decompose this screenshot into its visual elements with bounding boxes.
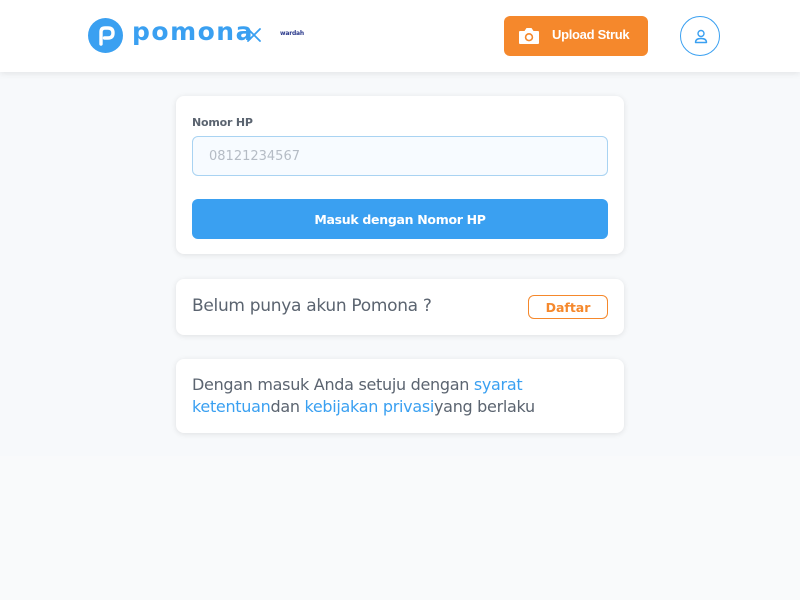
register-prompt: Belum punya akun Pomona ?: [192, 296, 432, 316]
phone-label: Nomor HP: [192, 116, 253, 129]
phone-input[interactable]: [192, 136, 608, 176]
register-card: Belum punya akun Pomona ? Daftar: [176, 279, 624, 335]
upload-struk-button[interactable]: Upload Struk: [504, 16, 648, 56]
user-icon: [694, 29, 708, 44]
times-icon: [247, 28, 261, 42]
partner-name: wardah: [280, 30, 304, 37]
daftar-button[interactable]: Daftar: [528, 295, 608, 319]
brand-name[interactable]: pomona: [132, 16, 254, 48]
terms-notice: Dengan masuk Anda setuju dengan syarat k…: [192, 374, 612, 418]
login-with-phone-button[interactable]: Masuk dengan Nomor HP: [192, 199, 608, 239]
terms-card: Dengan masuk Anda setuju dengan syarat k…: [176, 359, 624, 433]
terms-suffix: yang berlaku: [434, 397, 535, 416]
account-button[interactable]: [680, 16, 720, 56]
terms-middle: dan: [270, 397, 305, 416]
partner-logo: wardah: [280, 30, 304, 38]
login-card: Nomor HP Masuk dengan Nomor HP: [176, 96, 624, 254]
top-header: pomona wardah Upload Struk: [0, 0, 800, 72]
page-background: [0, 456, 800, 600]
privacy-link[interactable]: kebijakan privasi: [304, 397, 434, 416]
upload-struk-label: Upload Struk: [552, 27, 630, 42]
pomona-logo-icon[interactable]: [88, 18, 123, 53]
camera-icon: [519, 28, 539, 44]
terms-prefix: Dengan masuk Anda setuju dengan: [192, 375, 474, 394]
